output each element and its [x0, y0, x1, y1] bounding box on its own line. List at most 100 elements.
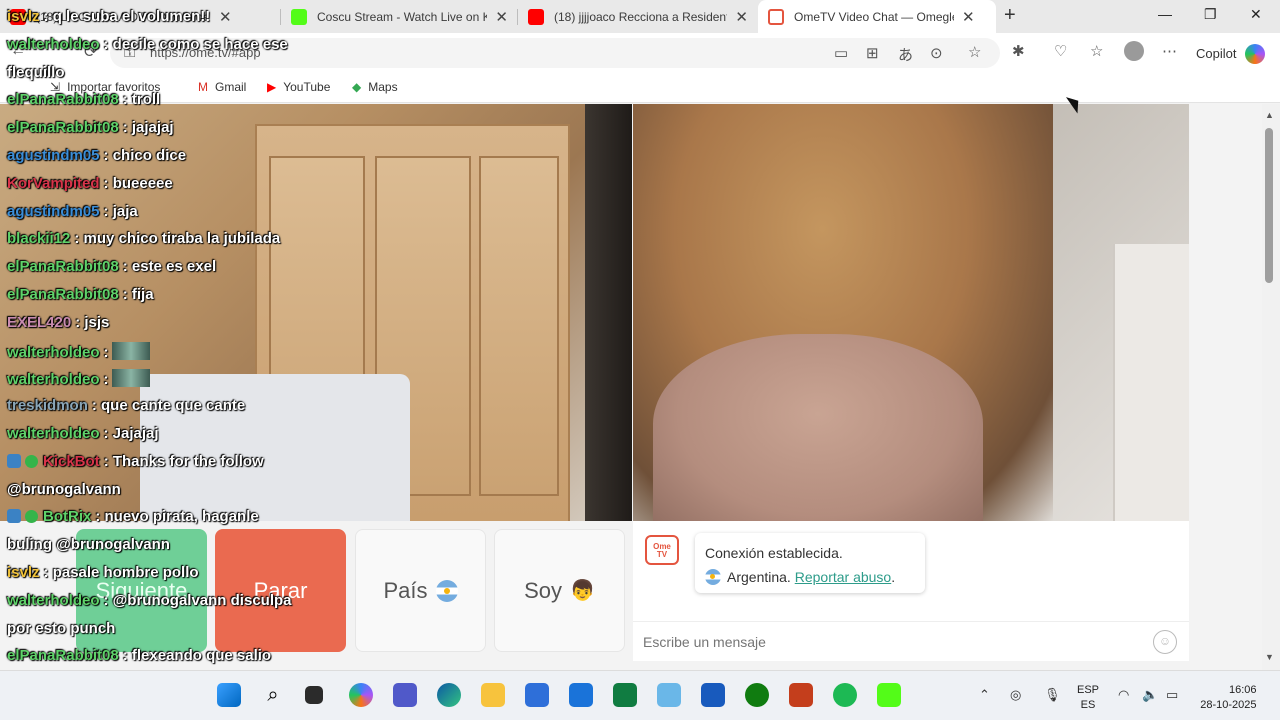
ometv-icon — [768, 8, 784, 25]
bookmark-import[interactable]: ⇲ Importar favoritos — [50, 80, 160, 94]
restore-icon[interactable]: ❐ — [1204, 6, 1217, 23]
chat-panel: Ome TV Conexión establecida. Argentina. … — [633, 521, 1189, 661]
kick-icon — [291, 8, 307, 25]
sync-icon[interactable]: ◎ — [1010, 687, 1021, 703]
refresh-icon[interactable]: ⟳ — [84, 42, 97, 62]
tab-title: OmeTV Video Chat — Omegle — [794, 9, 954, 24]
mail-icon[interactable] — [569, 683, 593, 707]
video-furniture — [1113, 244, 1189, 521]
taskbar: ⌕ ⌃ ◎ 🎙 ESP ES ◠ 🔈 ▭ 16:06 28-10-2025 — [0, 670, 1280, 720]
emoji-icon[interactable]: ☺ — [1153, 630, 1177, 654]
settings-more-icon[interactable]: ⋯ — [1162, 42, 1177, 60]
favorites-icon[interactable]: ☆ — [1090, 42, 1103, 60]
tab-title: Coscu Stream - Watch Live on Kick — [317, 9, 488, 24]
store-icon[interactable] — [525, 683, 549, 707]
scroll-thumb[interactable] — [1265, 128, 1273, 283]
minimize-icon[interactable]: — — [1158, 6, 1172, 22]
copilot-button[interactable]: Copilot — [1196, 46, 1236, 61]
start-icon[interactable] — [217, 683, 241, 707]
maps-icon: ◆ — [352, 80, 362, 94]
message-input[interactable] — [643, 630, 1123, 654]
gmail-icon: M — [198, 80, 208, 94]
photos-icon[interactable] — [657, 683, 681, 707]
close-icon[interactable]: ✕ — [962, 8, 975, 26]
ometv-logo-text: Ome TV — [653, 542, 671, 559]
favorite-star-icon[interactable]: ☆ — [968, 43, 981, 61]
ometv-page: Siguiente Parar País Soy 👦 Ome TV Conexió… — [0, 104, 1262, 670]
country-button[interactable]: País — [355, 529, 486, 652]
camera-icon[interactable]: ▭ — [834, 44, 848, 62]
omnibox[interactable]: ⚿ https://ome.tv/#app ▭ ⊞ あ ⊙ ☆ — [110, 38, 1000, 68]
video-door — [479, 156, 559, 496]
clock-time: 16:06 — [1229, 684, 1257, 696]
stop-label: Parar — [253, 577, 308, 603]
language-code: ESP — [1077, 684, 1100, 696]
edge-icon[interactable] — [437, 683, 461, 707]
word-icon[interactable] — [701, 683, 725, 707]
avatar[interactable] — [1124, 41, 1144, 61]
url-text[interactable]: https://ome.tv/#app — [150, 45, 261, 60]
video-dark-area — [585, 104, 632, 521]
system-message: Conexión establecida. Argentina. Reporta… — [695, 533, 925, 593]
screen: (18) LA CHARLA DE ... YouTube ✕ Coscu St… — [0, 0, 1280, 720]
keyboard-layout: ES — [1080, 699, 1096, 711]
bookmark-label: YouTube — [283, 80, 331, 94]
xbox-icon[interactable] — [745, 683, 769, 707]
argentina-flag-icon — [705, 569, 721, 585]
microphone-icon[interactable]: 🎙 — [1044, 687, 1061, 703]
clock[interactable]: 16:06 28-10-2025 — [1200, 683, 1257, 713]
browser-essentials-icon[interactable]: ♡ — [1054, 42, 1067, 60]
gender-label: Soy — [524, 577, 562, 603]
next-button[interactable]: Siguiente — [76, 529, 207, 652]
battery-icon[interactable]: ▭ — [1166, 687, 1178, 703]
stop-button[interactable]: Parar — [215, 529, 346, 652]
show-hidden-icons[interactable]: ⌃ — [979, 687, 990, 703]
video-person-face — [653, 334, 983, 521]
bookmark-maps[interactable]: ◆ Maps — [352, 80, 398, 94]
close-icon[interactable]: ✕ — [495, 8, 508, 26]
back-icon[interactable]: ← — [10, 42, 26, 60]
tab-kick[interactable]: Coscu Stream - Watch Live on Kick ✕ — [281, 0, 518, 33]
excel-icon[interactable] — [613, 683, 637, 707]
tab-ometv[interactable]: OmeTV Video Chat — Omegle ✕ — [758, 0, 996, 33]
tab-youtube-1[interactable]: (18) LA CHARLA DE ... YouTube ✕ — [0, 0, 281, 33]
file-explorer-icon[interactable] — [481, 683, 505, 707]
local-video — [0, 104, 632, 521]
copilot-icon[interactable] — [1245, 44, 1265, 64]
boy-icon: 👦 — [570, 580, 595, 602]
language-indicator[interactable]: ESP ES — [1077, 683, 1099, 713]
bookmark-gmail[interactable]: M Gmail — [198, 80, 246, 94]
search-icon[interactable]: ⌕ — [261, 683, 285, 707]
task-view-icon[interactable] — [305, 686, 323, 704]
powerpoint-icon[interactable] — [789, 683, 813, 707]
youtube-icon — [528, 8, 544, 25]
close-icon[interactable]: ✕ — [735, 8, 748, 26]
apps-icon[interactable]: ⊞ — [866, 44, 879, 62]
wifi-icon[interactable]: ◠ — [1118, 687, 1129, 703]
scroll-up-icon[interactable]: ▲ — [1265, 110, 1274, 120]
extensions-icon[interactable]: ✱ — [1012, 42, 1025, 60]
gender-button[interactable]: Soy 👦 — [494, 529, 625, 652]
new-tab-icon[interactable]: + — [1004, 4, 1016, 27]
tab-youtube-2[interactable]: (18) jjjjoaco Recciona a Residente ✕ — [518, 0, 758, 33]
copilot-app-icon[interactable] — [349, 683, 373, 707]
report-abuse-link[interactable]: Reportar abuso — [795, 569, 892, 585]
youtube-icon: ▶ — [267, 80, 277, 94]
next-label: Siguiente — [95, 577, 188, 603]
period: . — [891, 569, 896, 585]
argentina-flag-icon — [435, 579, 458, 602]
country-line: Argentina. Reportar abuso. — [705, 565, 915, 589]
more-options-icon[interactable]: ⊙ — [930, 44, 943, 62]
bookmark-label: Maps — [368, 80, 398, 94]
teams-icon[interactable] — [393, 683, 417, 707]
kick-app-icon[interactable] — [877, 683, 901, 707]
close-icon[interactable]: ✕ — [219, 8, 232, 26]
spotify-icon[interactable] — [833, 683, 857, 707]
close-window-icon[interactable]: ✕ — [1250, 6, 1262, 23]
page-scrollbar[interactable]: ▲ ▼ — [1262, 104, 1280, 670]
bookmark-youtube[interactable]: ▶ YouTube — [267, 80, 330, 94]
volume-icon[interactable]: 🔈 — [1142, 687, 1158, 703]
message-input-area: ☺ — [633, 621, 1189, 661]
scroll-down-icon[interactable]: ▼ — [1265, 652, 1274, 662]
translate-icon[interactable]: あ — [898, 44, 913, 65]
